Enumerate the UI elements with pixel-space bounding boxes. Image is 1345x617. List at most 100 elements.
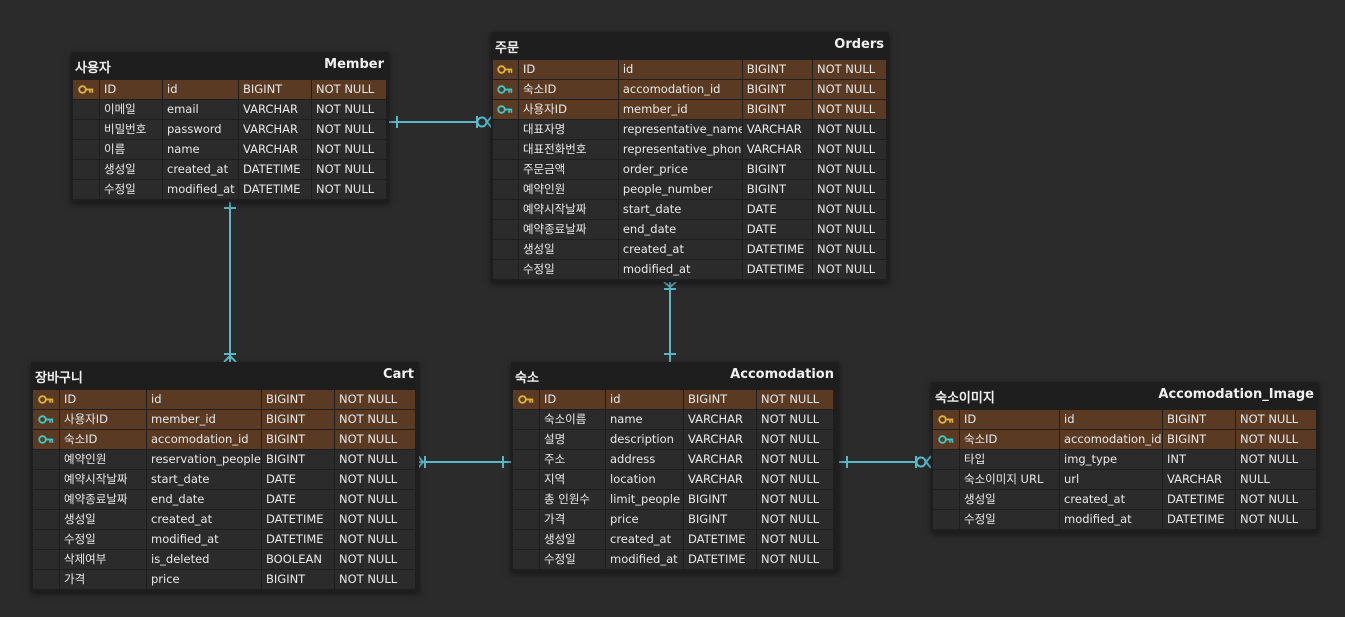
table-title-korean: 사용자 bbox=[75, 61, 111, 76]
column-row[interactable]: 총 인원수 limit_people BIGINT NOT NULL bbox=[513, 490, 837, 510]
accomodation-table[interactable]: 숙소 Accomodation ID id BIGINT NOT NULL 숙소이름 name… bbox=[511, 362, 839, 572]
field-type: VARCHAR bbox=[1163, 470, 1235, 489]
field-type: BIGINT bbox=[262, 410, 334, 429]
member-table[interactable]: 사용자 Member ID id BIGINT NOT NULL 이메일 email VARCH… bbox=[71, 52, 389, 202]
column-row[interactable]: 수정일 modified_at DATETIME NOT NULL bbox=[933, 510, 1317, 530]
column-row[interactable]: 설명 description VARCHAR NOT NULL bbox=[513, 430, 837, 450]
relation-member-cart[interactable] bbox=[223, 202, 237, 363]
icon-slot bbox=[933, 450, 959, 469]
column-row[interactable]: 숙소이름 name VARCHAR NOT NULL bbox=[513, 410, 837, 430]
column-row[interactable]: 생성일 created_at DATETIME NOT NULL bbox=[33, 510, 417, 530]
column-row[interactable]: 숙소ID accomodation_id BIGINT NOT NULL bbox=[33, 430, 417, 450]
table-title-entity: Accomodation_Image bbox=[1158, 387, 1314, 402]
relation-cart-accomodation[interactable] bbox=[417, 455, 511, 469]
column-row[interactable]: 생성일 created_at DATETIME NOT NULL bbox=[513, 530, 837, 550]
foreign-key-icon bbox=[933, 430, 959, 449]
table-title-korean: 주문 bbox=[495, 41, 519, 56]
table-title-korean: 장바구니 bbox=[35, 371, 83, 386]
icon-slot bbox=[73, 100, 99, 119]
field-type: DATETIME bbox=[684, 530, 756, 549]
icon-slot bbox=[513, 410, 539, 429]
column-row[interactable]: 가격 price BIGINT NOT NULL bbox=[33, 570, 417, 590]
field-constraint: NOT NULL bbox=[812, 180, 886, 199]
field-type: DATE bbox=[262, 490, 334, 509]
relation-accomodation-image[interactable] bbox=[839, 455, 932, 469]
field-name: created_at bbox=[163, 160, 238, 179]
orders-table[interactable]: 주문 Orders ID id BIGINT NOT NULL 숙소ID accomodati… bbox=[491, 32, 889, 282]
column-row[interactable]: 비밀번호 password VARCHAR NOT NULL bbox=[73, 120, 387, 140]
column-row[interactable]: ID id BIGINT NOT NULL bbox=[513, 390, 837, 410]
column-row[interactable]: 삭제여부 is_deleted BOOLEAN NOT NULL bbox=[33, 550, 417, 570]
column-row[interactable]: ID id BIGINT NOT NULL bbox=[73, 80, 387, 100]
field-name: people_number bbox=[618, 180, 742, 199]
column-row[interactable]: 예약인원 reservation_people BIGINT NOT NULL bbox=[33, 450, 417, 470]
field-label: 가격 bbox=[540, 510, 605, 529]
column-row[interactable]: 예약종료날짜 end_date DATE NOT NULL bbox=[493, 220, 887, 240]
column-row[interactable]: 이름 name VARCHAR NOT NULL bbox=[73, 140, 387, 160]
column-row[interactable]: 예약인원 people_number BIGINT NOT NULL bbox=[493, 180, 887, 200]
field-type: BIGINT bbox=[262, 390, 334, 409]
field-constraint: NOT NULL bbox=[312, 180, 386, 199]
column-row[interactable]: 수정일 modified_at DATETIME NOT NULL bbox=[493, 260, 887, 280]
relation-orders-accomodation[interactable] bbox=[663, 281, 677, 362]
column-row[interactable]: 생성일 created_at DATETIME NOT NULL bbox=[933, 490, 1317, 510]
icon-slot bbox=[33, 510, 59, 529]
column-row[interactable]: ID id BIGINT NOT NULL bbox=[493, 60, 887, 80]
column-row[interactable]: 예약시작날짜 start_date DATE NOT NULL bbox=[493, 200, 887, 220]
field-type: BIGINT bbox=[684, 490, 756, 509]
column-row[interactable]: 수정일 modified_at DATETIME NOT NULL bbox=[73, 180, 387, 200]
column-row[interactable]: 예약시작날짜 start_date DATE NOT NULL bbox=[33, 470, 417, 490]
primary-key-icon bbox=[493, 60, 518, 79]
column-row[interactable]: 타입 img_type INT NOT NULL bbox=[933, 450, 1317, 470]
column-row[interactable]: 주문금액 order_price BIGINT NOT NULL bbox=[493, 160, 887, 180]
column-row[interactable]: 대표자명 representative_name VARCHAR NOT NULL bbox=[493, 120, 887, 140]
column-row[interactable]: 가격 price BIGINT NOT NULL bbox=[513, 510, 837, 530]
column-row[interactable]: 수정일 modified_at DATETIME NOT NULL bbox=[33, 530, 417, 550]
field-constraint: NOT NULL bbox=[812, 60, 886, 79]
column-row[interactable]: 숙소ID accomodation_id BIGINT NOT NULL bbox=[493, 80, 887, 100]
column-row[interactable]: 수정일 modified_at DATETIME NOT NULL bbox=[513, 550, 837, 570]
field-name: created_at bbox=[606, 530, 683, 549]
column-row[interactable]: 생성일 created_at DATETIME NOT NULL bbox=[493, 240, 887, 260]
field-label: 이메일 bbox=[100, 100, 162, 119]
table-header: 장바구니 Cart bbox=[31, 362, 419, 390]
column-row[interactable]: 지역 location VARCHAR NOT NULL bbox=[513, 470, 837, 490]
field-label: 수정일 bbox=[100, 180, 162, 199]
column-row[interactable]: 이메일 email VARCHAR NOT NULL bbox=[73, 100, 387, 120]
field-type: VARCHAR bbox=[684, 410, 756, 429]
field-type: DATE bbox=[742, 220, 812, 239]
column-row[interactable]: ID id BIGINT NOT NULL bbox=[933, 410, 1317, 430]
cart-table[interactable]: 장바구니 Cart ID id BIGINT NOT NULL 사용자ID member_id… bbox=[31, 362, 419, 592]
column-row[interactable]: 생성일 created_at DATETIME NOT NULL bbox=[73, 160, 387, 180]
icon-slot bbox=[493, 240, 518, 259]
field-constraint: NOT NULL bbox=[812, 200, 886, 219]
field-name: id bbox=[1060, 410, 1162, 429]
field-name: is_deleted bbox=[147, 550, 261, 569]
table-title-entity: Member bbox=[324, 57, 384, 72]
column-row[interactable]: 사용자ID member_id BIGINT NOT NULL bbox=[493, 100, 887, 120]
column-row[interactable]: 숙소이미지 URL url VARCHAR NULL bbox=[933, 470, 1317, 490]
foreign-key-icon bbox=[493, 80, 518, 99]
field-name: name bbox=[163, 140, 238, 159]
column-row[interactable]: 대표전화번호 representative_phone VARCHAR NOT NUL… bbox=[493, 140, 887, 160]
icon-slot bbox=[33, 470, 59, 489]
field-label: ID bbox=[518, 60, 618, 79]
relation-member-orders[interactable] bbox=[389, 115, 493, 129]
field-label: ID bbox=[540, 390, 605, 409]
column-row[interactable]: 주소 address VARCHAR NOT NULL bbox=[513, 450, 837, 470]
column-row[interactable]: 예약종료날짜 end_date DATE NOT NULL bbox=[33, 490, 417, 510]
field-name: accomodation_id bbox=[618, 80, 742, 99]
accomodation-image-table[interactable]: 숙소이미지 Accomodation_Image ID id BIGINT NOT NUL… bbox=[931, 382, 1319, 532]
table-header: 숙소이미지 Accomodation_Image bbox=[931, 382, 1319, 410]
field-label: 숙소이미지 URL bbox=[960, 470, 1059, 489]
field-label: 숙소ID bbox=[518, 80, 618, 99]
column-row[interactable]: 사용자ID member_id BIGINT NOT NULL bbox=[33, 410, 417, 430]
column-row[interactable]: 숙소ID accomodation_id BIGINT NOT NULL bbox=[933, 430, 1317, 450]
table-title-entity: Cart bbox=[383, 367, 414, 382]
field-type: DATE bbox=[742, 200, 812, 219]
field-name: modified_at bbox=[147, 530, 261, 549]
table-title-korean: 숙소이미지 bbox=[935, 391, 995, 406]
field-name: id bbox=[147, 390, 261, 409]
field-constraint: NOT NULL bbox=[312, 160, 386, 179]
column-row[interactable]: ID id BIGINT NOT NULL bbox=[33, 390, 417, 410]
